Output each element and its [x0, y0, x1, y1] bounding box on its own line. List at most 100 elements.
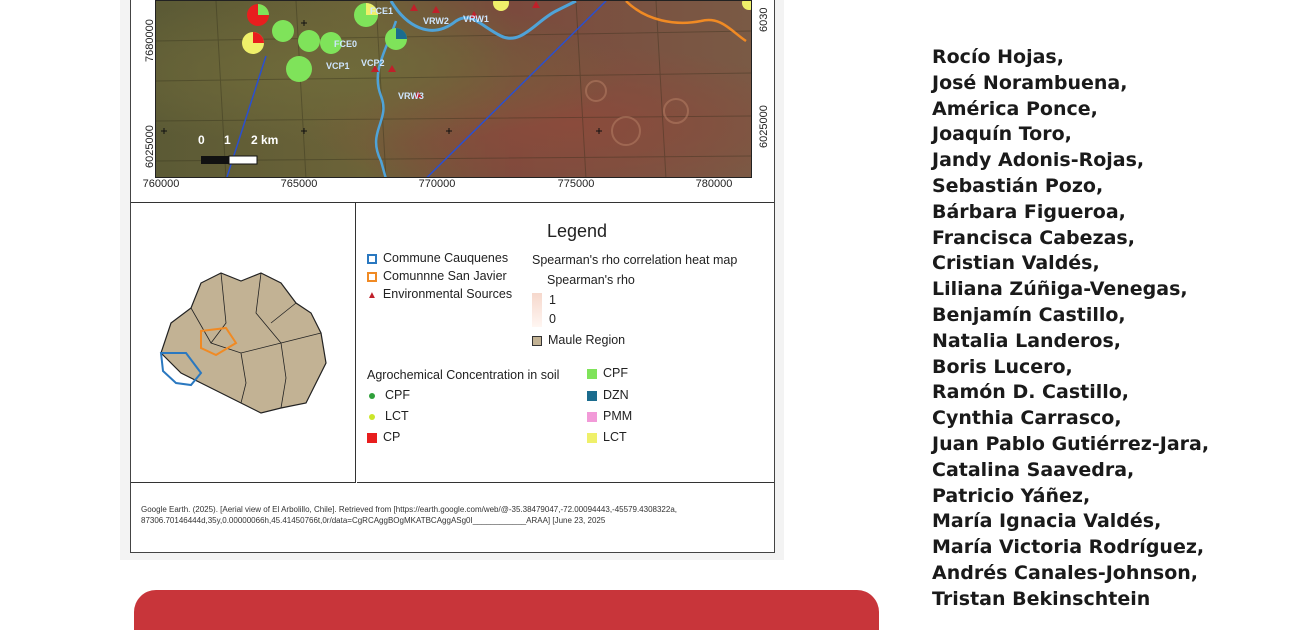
legend-label: CP: [383, 430, 401, 444]
x-tick-label: 770000: [418, 178, 456, 190]
legend-sq-lct: LCT: [587, 430, 627, 444]
red-swatch: [367, 432, 377, 443]
author-name: Sebastián Pozo,: [932, 174, 1104, 197]
scale-bar-black: [201, 156, 229, 164]
heatmap-title: Spearman's rho correlation heat map: [532, 253, 738, 267]
source-triangle: [410, 4, 418, 11]
author-name: Andrés Canales-Johnson,: [932, 561, 1198, 584]
author-name: Patricio Yáñez,: [932, 484, 1091, 507]
legend-sq-pmm: PMM: [587, 409, 632, 423]
irrigation-circle: [611, 116, 641, 146]
aerial-overlay: [156, 1, 751, 177]
scale-label-2: 2 km: [251, 133, 279, 147]
pie-marker: [742, 1, 751, 10]
y-tick-label-left: 6025000: [144, 125, 156, 168]
legend-pt-lct: LCT: [369, 409, 409, 423]
red-banner: [134, 590, 879, 630]
author-name: Ramón D. Castillo,: [932, 381, 1130, 404]
author-list: Rocío Hojas, José Norambuena, América Po…: [932, 45, 1209, 613]
author-name: Cynthia Carrasco,: [932, 407, 1122, 430]
scale-label-1: 1: [224, 133, 231, 147]
legend-label: LCT: [385, 409, 409, 423]
pie-marker: [493, 1, 509, 11]
green-dot-icon: [369, 392, 375, 399]
legend-item-cauquenes: Commune Cauquenes: [367, 251, 508, 265]
scale-label-0: 0: [198, 133, 205, 147]
legend-item-maule: Maule Region: [532, 333, 625, 347]
legend-title: Legend: [547, 221, 608, 241]
san-javier-boundary: [625, 1, 747, 43]
pie-slice: [258, 4, 269, 15]
image-citation: Google Earth. (2025). [Aerial view of El…: [141, 505, 677, 525]
legend-label: CPF: [603, 366, 628, 380]
author-name: Catalina Saavedra,: [932, 458, 1135, 481]
grid-cross: [596, 128, 602, 134]
source-triangle: [432, 6, 440, 13]
pie-slice: [396, 28, 407, 39]
triangle-icon: ▲: [367, 290, 377, 301]
author-name: Cristian Valdés,: [932, 252, 1100, 275]
site-label: FCE1: [370, 6, 394, 16]
site-label: VCP2: [361, 58, 385, 68]
heatmap-value-0: 0: [549, 312, 556, 326]
legend-label: Environmental Sources: [382, 287, 513, 301]
legend-label: CPF: [385, 388, 410, 402]
author-name: Bárbara Figueroa,: [932, 200, 1126, 223]
site-label: FCE0: [334, 39, 358, 49]
author-name: Juan Pablo Gutiérrez-Jara,: [932, 432, 1210, 455]
site-label: VCP1: [326, 61, 350, 71]
orange-outline-swatch: [367, 271, 377, 282]
legend-label: DZN: [603, 388, 629, 402]
author-name: María Ignacia Valdés,: [932, 510, 1162, 533]
grid-cross: [446, 128, 452, 134]
inset-region-map: [131, 203, 356, 483]
x-tick-label: 765000: [280, 178, 318, 190]
pie-marker: [272, 20, 294, 42]
author-name: Liliana Zúñiga-Venegas,: [932, 278, 1188, 301]
legend-label: Commune Cauquenes: [383, 251, 509, 265]
source-triangle: [532, 1, 540, 8]
aerial-image: 0 1 2 km FCE1 VRW2 VRW1 FCE0 VCP1 VCP2 V…: [155, 0, 752, 178]
x-tick-label: 780000: [695, 178, 733, 190]
heatmap-gradient-swatch: [532, 293, 542, 327]
map-figure: 0 1 2 km FCE1 VRW2 VRW1 FCE0 VCP1 VCP2 V…: [120, 0, 784, 560]
agro-title: Agrochemical Concentration in soil: [367, 368, 560, 382]
yellow-dot-icon: [369, 413, 375, 420]
heatmap-value-1: 1: [549, 293, 556, 307]
author-name: Natalia Landeros,: [932, 329, 1121, 352]
scale-bar-white: [228, 155, 258, 165]
y-tick-label-right: 6025000: [758, 105, 770, 148]
legend-sq-cpf: CPF: [587, 366, 628, 380]
legend-item-cp: CP: [367, 430, 400, 444]
irrigation-circle: [585, 80, 607, 102]
author-name: Boris Lucero,: [932, 355, 1073, 378]
legend-label: Maule Region: [548, 333, 626, 347]
site-label: VRW3: [398, 91, 424, 101]
site-label: VRW1: [463, 14, 489, 24]
pie-slice: [253, 32, 264, 43]
maule-region-map: [159, 272, 327, 414]
author-name: América Ponce,: [932, 97, 1098, 120]
figure-frame: 0 1 2 km FCE1 VRW2 VRW1 FCE0 VCP1 VCP2 V…: [130, 0, 775, 553]
aerial-map-panel: 0 1 2 km FCE1 VRW2 VRW1 FCE0 VCP1 VCP2 V…: [131, 0, 774, 203]
legend-item-san-javier: Comunnne San Javier: [367, 269, 507, 283]
author-name: Jandy Adonis-Rojas,: [932, 149, 1145, 172]
x-tick-label: 760000: [142, 178, 180, 190]
author-name: Rocío Hojas,: [932, 46, 1064, 68]
grid-cross: [301, 128, 307, 134]
teal-swatch: [587, 390, 597, 401]
site-label: VRW2: [423, 16, 449, 26]
green-swatch: [587, 368, 597, 379]
grid-cross: [301, 20, 307, 26]
legend-label: LCT: [603, 430, 627, 444]
yellow-swatch: [587, 432, 597, 443]
blue-outline-swatch: [367, 253, 377, 264]
author-name: Benjamín Castillo,: [932, 303, 1126, 326]
legend-sq-dzn: DZN: [587, 388, 629, 402]
author-name: Joaquín Toro,: [932, 123, 1072, 146]
spearman-label: Spearman's rho: [547, 273, 635, 287]
y-tick-label-left: 7680000: [144, 19, 156, 62]
source-triangle: [388, 65, 396, 72]
pie-marker: [286, 56, 312, 82]
pie-chart-markers: [242, 1, 751, 82]
